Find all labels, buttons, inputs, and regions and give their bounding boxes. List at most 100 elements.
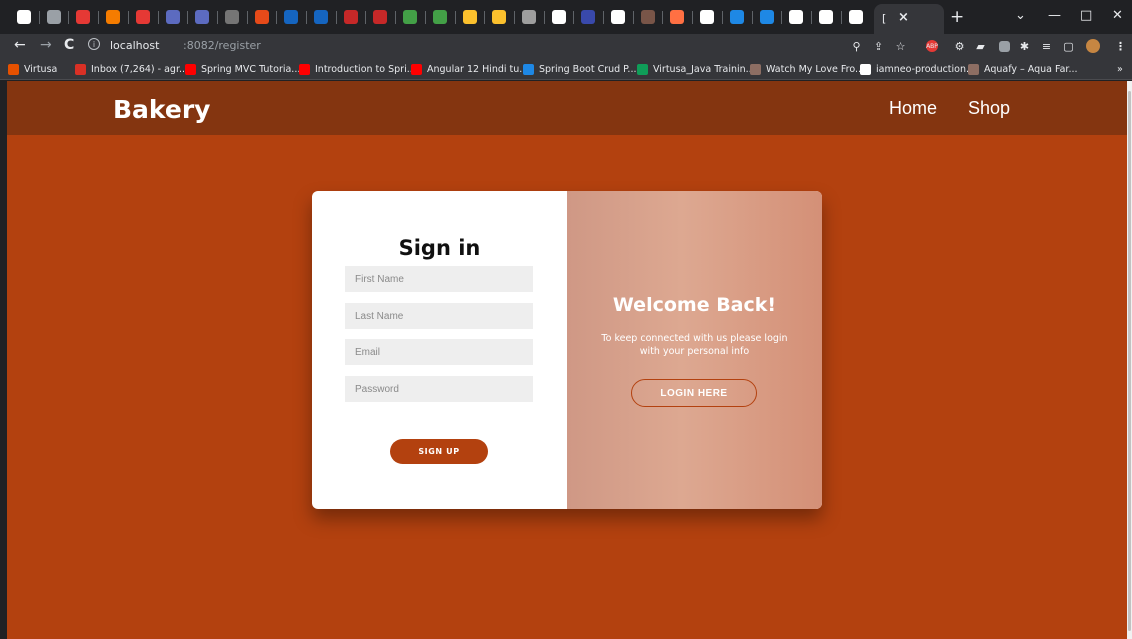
tab-separator	[781, 11, 783, 24]
active-tab[interactable]: [ ×	[874, 4, 944, 34]
signup-form: Sign in SIGN UP	[312, 191, 567, 509]
bookmark-item[interactable]: iamneo-production...	[860, 62, 975, 76]
tab-favicon-icon[interactable]	[224, 10, 239, 24]
adblock-icon[interactable]: ABP	[926, 40, 938, 52]
close-window-button[interactable]: ✕	[1112, 8, 1123, 23]
tab-favicon-icon[interactable]	[343, 10, 358, 24]
bookmark-favicon-icon	[8, 63, 19, 75]
bookmark-item[interactable]: Introduction to Spri...	[299, 62, 416, 76]
bookmark-label: Aquafy – Aqua Far...	[984, 63, 1078, 75]
minimize-button[interactable]: —	[1048, 8, 1061, 23]
tab-separator	[246, 11, 248, 24]
tab-favicon-icon[interactable]	[432, 10, 447, 24]
tab-favicon-icon[interactable]	[314, 10, 328, 24]
sign-up-button[interactable]: SIGN UP	[390, 439, 488, 464]
bookmark-label: Angular 12 Hindi tu...	[427, 63, 529, 75]
tab-favicon-icon[interactable]	[789, 10, 804, 24]
tab-favicon-icon[interactable]	[106, 10, 121, 24]
extension-icon[interactable]: ▰	[974, 40, 987, 53]
bookmark-item[interactable]: Spring MVC Tutoria...	[185, 62, 300, 76]
tab-separator	[306, 11, 307, 24]
tab-separator	[751, 11, 753, 24]
reload-button[interactable]: C	[64, 37, 74, 53]
tab-separator	[603, 11, 604, 24]
bookmark-favicon-icon	[185, 63, 196, 75]
tab-favicon-icon[interactable]	[700, 10, 715, 24]
forward-button[interactable]: →	[40, 37, 52, 53]
tab-favicon-icon[interactable]	[373, 10, 388, 24]
tab-favicon-icon[interactable]	[551, 10, 566, 24]
page-scrollbar[interactable]	[1127, 81, 1132, 639]
tab-favicon-icon[interactable]	[492, 10, 507, 24]
tab-favicon-icon[interactable]	[759, 10, 774, 24]
tab-favicon-icon[interactable]	[46, 10, 61, 24]
share-icon[interactable]: ⇪	[872, 40, 885, 53]
new-tab-button[interactable]: +	[950, 7, 964, 27]
bookmark-star-icon[interactable]: ☆	[894, 40, 907, 53]
email-field[interactable]	[345, 339, 533, 365]
tab-favicon-icon[interactable]	[818, 10, 833, 24]
bookmark-item[interactable]: Angular 12 Hindi tu...	[411, 62, 528, 76]
bookmark-item[interactable]: Virtusa_Java Trainin...	[637, 62, 755, 76]
tab-separator	[543, 11, 545, 24]
tab-separator	[187, 11, 189, 24]
reading-list-icon[interactable]: ≡	[1040, 40, 1053, 53]
maximize-button[interactable]: □	[1080, 8, 1092, 23]
tab-favicon-icon[interactable]	[848, 10, 863, 24]
extension-icon[interactable]: ⚙	[953, 40, 966, 53]
tab-separator	[395, 11, 397, 24]
tab-favicon-icon[interactable]	[403, 10, 418, 24]
tab-favicon-icon[interactable]	[581, 10, 596, 24]
tab-favicon-icon[interactable]	[284, 10, 299, 24]
more-bookmarks-button[interactable]: »	[1117, 62, 1123, 76]
nav-link-shop[interactable]: Shop	[968, 98, 1010, 119]
bookmark-favicon-icon	[750, 63, 761, 75]
bookmark-label: Inbox (7,264) - agr...	[91, 63, 189, 75]
auth-card: Sign in SIGN UP Welcome Back! To keep co…	[312, 191, 822, 509]
zoom-icon[interactable]: ⚲	[850, 40, 863, 53]
tab-separator	[513, 11, 515, 24]
bookmark-item[interactable]: Virtusa	[8, 62, 57, 76]
password-field[interactable]	[345, 376, 533, 402]
tab-separator	[454, 11, 456, 24]
tab-search-icon[interactable]: ⌄	[1015, 8, 1026, 23]
address-bar[interactable]: i localhost :8082/register	[86, 36, 886, 56]
nav-link-home[interactable]: Home	[889, 98, 937, 119]
bookmark-item[interactable]: Inbox (7,264) - agr...	[75, 62, 188, 76]
extension-icon[interactable]	[999, 41, 1010, 52]
tab-favicon-icon[interactable]	[462, 10, 477, 24]
first-name-field[interactable]	[345, 266, 533, 292]
scrollbar-thumb[interactable]	[1128, 91, 1131, 631]
side-panel-icon[interactable]: ▢	[1062, 40, 1075, 53]
bookmark-label: iamneo-production...	[876, 63, 976, 75]
tab-favicon-icon[interactable]	[729, 10, 744, 24]
form-title: Sign in	[398, 236, 481, 260]
welcome-title: Welcome Back!	[612, 294, 777, 316]
bookmark-item[interactable]: Spring Boot Crud P...	[523, 62, 636, 76]
tab-favicon-icon[interactable]	[640, 10, 655, 24]
back-button[interactable]: ←	[14, 37, 26, 53]
tab-favicon-icon[interactable]	[135, 10, 150, 24]
site-info-icon[interactable]: i	[88, 38, 100, 50]
tab-favicon-icon[interactable]	[195, 10, 210, 24]
tab-favicon-icon[interactable]	[76, 10, 91, 24]
welcome-text: To keep connected with us please login w…	[601, 333, 788, 357]
last-name-field[interactable]	[345, 303, 533, 329]
tab-separator	[810, 11, 812, 24]
menu-icon[interactable]: ⋮	[1114, 40, 1127, 53]
tab-separator	[573, 11, 575, 24]
profile-avatar[interactable]	[1086, 39, 1100, 53]
bookmark-item[interactable]: Watch My Love Fro...	[750, 62, 864, 76]
tab-favicon-icon[interactable]	[521, 10, 536, 24]
tab-favicon-icon[interactable]	[17, 10, 31, 24]
tab-favicon-icon[interactable]	[611, 10, 625, 24]
bookmark-item[interactable]: Aquafy – Aqua Far...	[968, 62, 1078, 76]
bookmark-label: Spring MVC Tutoria...	[201, 63, 301, 75]
brand-logo[interactable]: Bakery	[113, 95, 210, 124]
tab-favicon-icon[interactable]	[254, 10, 269, 24]
extensions-puzzle-icon[interactable]: ✱	[1018, 40, 1031, 53]
tab-favicon-icon[interactable]	[670, 10, 685, 24]
tab-favicon-icon[interactable]	[165, 10, 180, 24]
login-here-button[interactable]: LOGIN HERE	[631, 379, 757, 407]
tab-close-icon[interactable]: ×	[898, 10, 909, 25]
